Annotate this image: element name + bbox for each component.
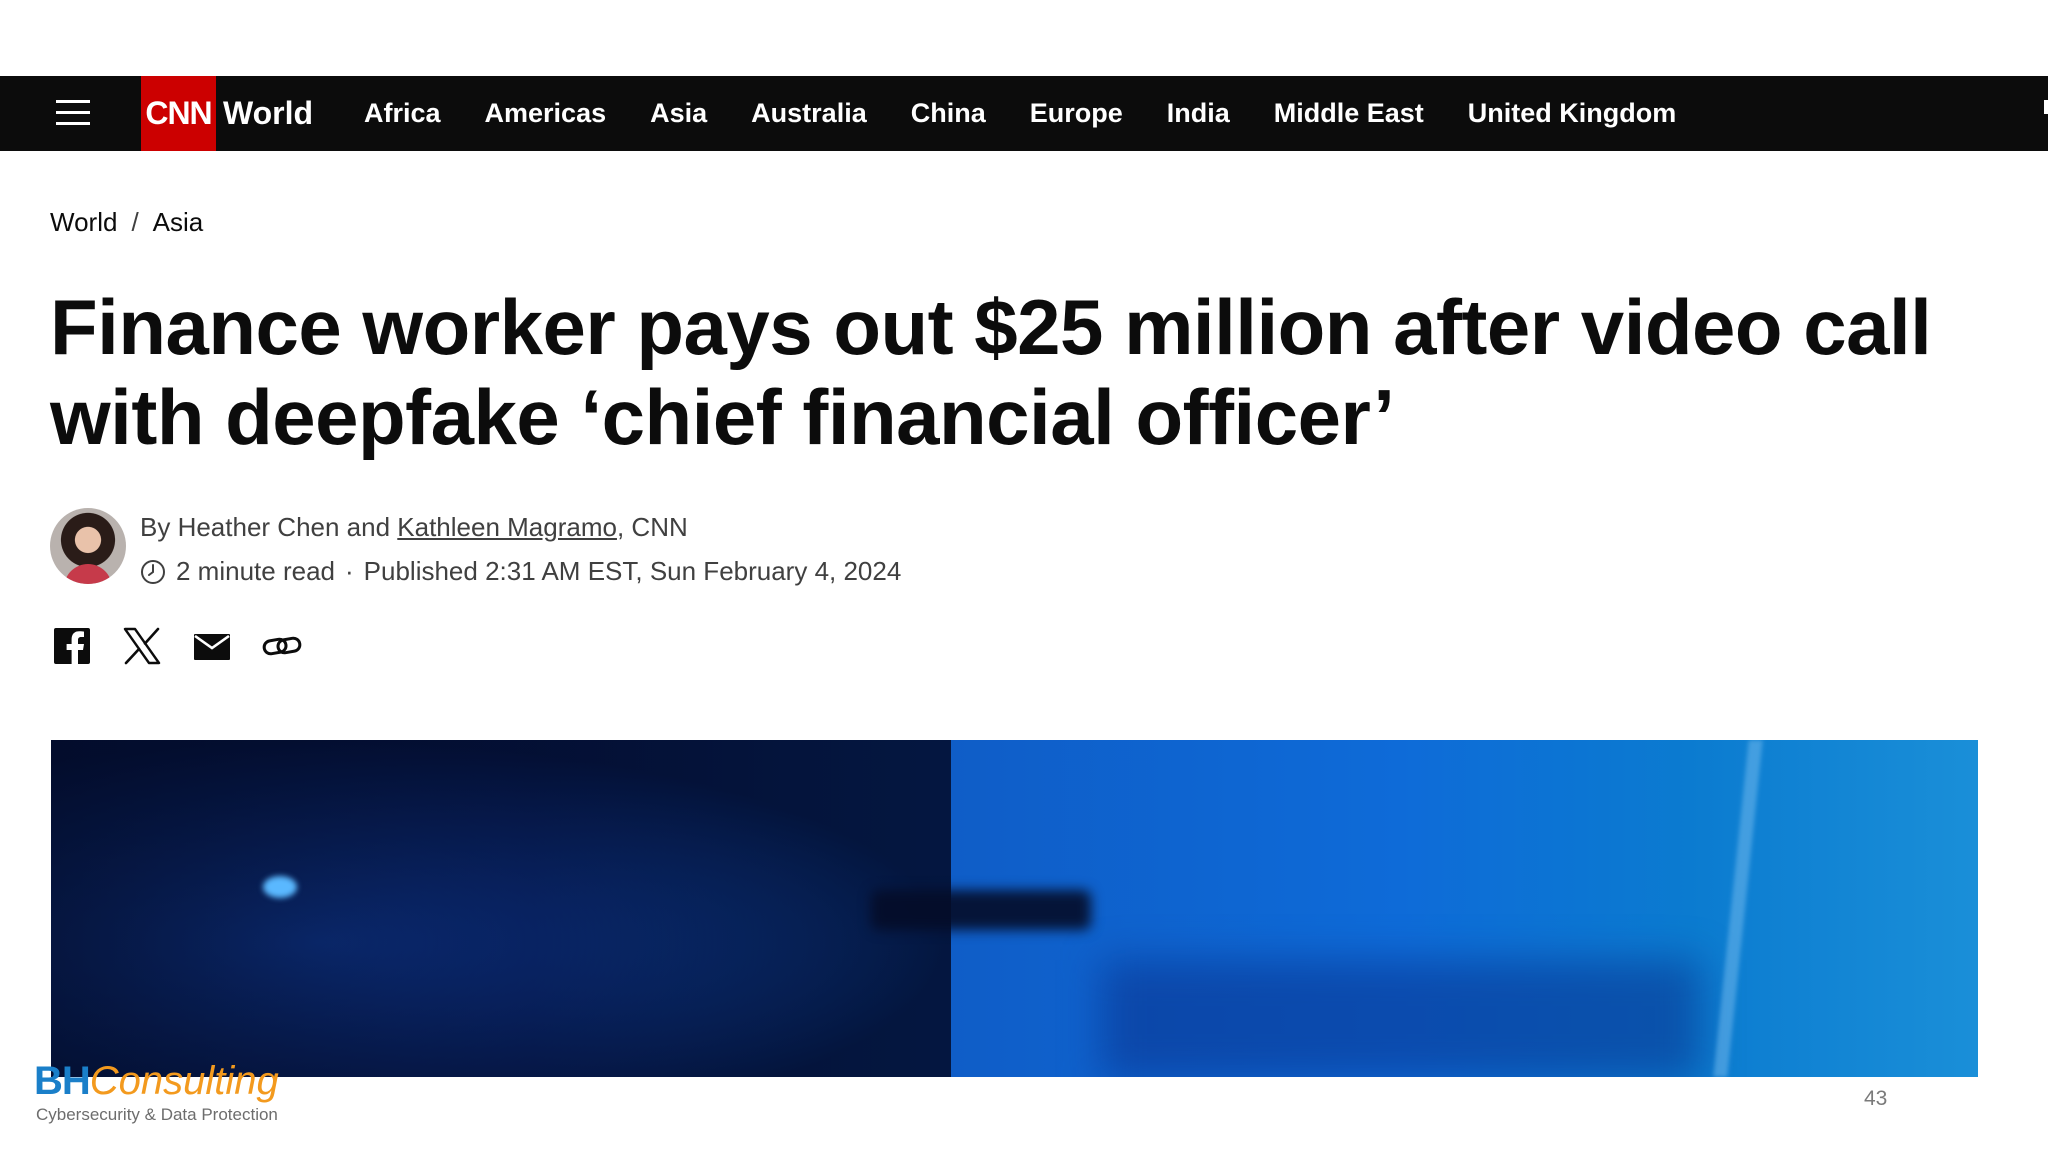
- read-time: 2 minute read: [176, 556, 335, 586]
- slide: CNN World Africa Americas Asia Australia…: [0, 0, 2048, 1152]
- nav-link-china[interactable]: China: [911, 98, 986, 129]
- nav-link-united-kingdom[interactable]: United Kingdom: [1468, 98, 1676, 129]
- menu-icon[interactable]: [56, 96, 90, 130]
- nav-link-australia[interactable]: Australia: [751, 98, 867, 129]
- link-icon[interactable]: [262, 626, 302, 666]
- article-headline: Finance worker pays out $25 million afte…: [50, 283, 1932, 461]
- author-avatar[interactable]: [50, 508, 126, 584]
- logo-tagline: Cybersecurity & Data Protection: [36, 1105, 278, 1124]
- facebook-icon[interactable]: [52, 626, 92, 666]
- breadcrumb: World / Asia: [50, 207, 203, 238]
- email-icon[interactable]: [192, 626, 232, 666]
- byline: By Heather Chen and Kathleen Magramo, CN…: [140, 512, 688, 543]
- nav-links: Africa Americas Asia Australia China Eur…: [342, 76, 1698, 151]
- nav-link-asia[interactable]: Asia: [650, 98, 707, 129]
- nav-overflow-edge: [2044, 100, 2048, 114]
- nav-link-europe[interactable]: Europe: [1030, 98, 1123, 129]
- section-title[interactable]: World: [223, 76, 313, 151]
- author-link[interactable]: Kathleen Magramo: [397, 512, 617, 542]
- slide-page-number: 43: [1864, 1087, 1888, 1110]
- logo-bh: BH: [34, 1059, 91, 1103]
- nav-link-india[interactable]: India: [1167, 98, 1230, 129]
- meta-separator: ·: [344, 556, 354, 586]
- article-meta: 2 minute read · Published 2:31 AM EST, S…: [140, 556, 901, 587]
- nav-link-americas[interactable]: Americas: [485, 98, 607, 129]
- bh-consulting-logo: BHConsulting Cybersecurity & Data Protec…: [34, 1059, 334, 1129]
- nav-link-africa[interactable]: Africa: [364, 98, 441, 129]
- published-timestamp: Published 2:31 AM EST, Sun February 4, 2…: [363, 556, 902, 586]
- cnn-logo[interactable]: CNN: [141, 76, 216, 151]
- breadcrumb-separator: /: [131, 207, 139, 237]
- byline-suffix: , CNN: [616, 512, 688, 542]
- nav-link-middle-east[interactable]: Middle East: [1274, 98, 1424, 129]
- top-navigation-bar: CNN World Africa Americas Asia Australia…: [0, 76, 2048, 151]
- share-bar: [52, 626, 302, 666]
- breadcrumb-asia[interactable]: Asia: [153, 207, 204, 238]
- x-icon[interactable]: [122, 626, 162, 666]
- hero-image: [51, 740, 1978, 1077]
- breadcrumb-world[interactable]: World: [50, 207, 117, 238]
- byline-prefix: By Heather Chen and: [140, 512, 398, 542]
- logo-consulting: Consulting: [89, 1059, 279, 1103]
- clock-icon: [141, 559, 165, 584]
